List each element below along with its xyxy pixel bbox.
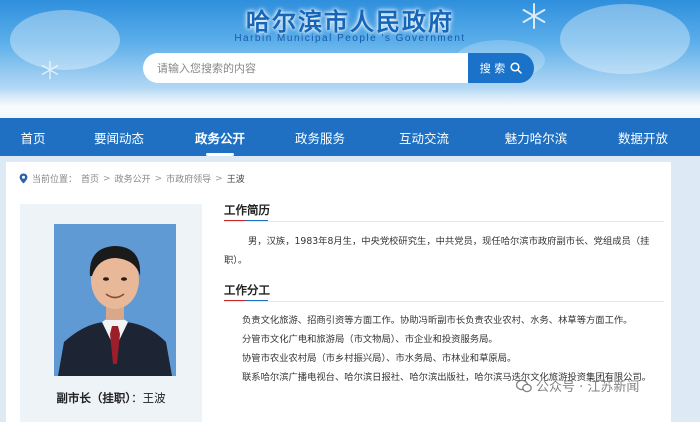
breadcrumb-home[interactable]: 首页 <box>81 172 99 185</box>
breadcrumb: 当前位置： 首页 > 政务公开 > 市政府领导 > 王波 <box>19 172 245 185</box>
snowflake-icon <box>41 60 59 80</box>
nav-item-services[interactable]: 政务服务 <box>268 128 372 147</box>
divider <box>224 221 664 222</box>
duty-line: 负责文化旅游、招商引资等方面工作。协助冯昕副市长负责农业农村、水务、林草等方面工… <box>242 315 633 326</box>
duty-line: 分管市文化广电和旅游局（市文物局）、市企业和投资服务局。 <box>242 334 498 345</box>
nav-item-charm-harbin[interactable]: 魅力哈尔滨 <box>476 128 596 147</box>
duty-line: 协管市农业农村局（市乡村振兴局）、市水务局、市林业和草原局。 <box>242 353 517 364</box>
leader-caption: 副市长（挂职）：王波 <box>20 390 202 406</box>
resume-text: 男，汉族，1983年8月生，中央党校研究生，中共党员，现任哈尔滨市政府副市长、党… <box>224 236 650 266</box>
profile-card: 副市长（挂职）：王波 <box>20 204 202 422</box>
resume-heading: 工作简历 <box>224 202 270 222</box>
nav-item-news[interactable]: 要闻动态 <box>66 128 172 147</box>
search-input[interactable] <box>143 53 468 83</box>
nav-item-interaction[interactable]: 互动交流 <box>372 128 476 147</box>
caption-colon: ： <box>131 391 143 405</box>
location-pin-icon <box>19 173 28 184</box>
duties-heading: 工作分工 <box>224 282 270 302</box>
portrait-image <box>54 224 176 376</box>
watermark-text: 公众号 · 江苏新闻 <box>536 380 640 395</box>
nav-item-open-data[interactable]: 数据开放 <box>596 128 690 147</box>
snow-band <box>0 88 700 118</box>
wechat-icon <box>516 379 532 392</box>
breadcrumb-gov-affairs[interactable]: 政务公开 <box>115 172 151 185</box>
watermark: 公众号 · 江苏新闻 <box>516 376 639 395</box>
leader-title: 副市长（挂职） <box>56 391 132 405</box>
search-button[interactable]: 搜 索 <box>468 53 534 83</box>
resume-heading-text: 工作简历 <box>224 203 270 217</box>
site-header: 哈尔滨市人民政府 Harbin Municipal People ′s Gove… <box>0 0 700 118</box>
site-subtitle: Harbin Municipal People ′s Government <box>234 33 466 44</box>
nav-item-home[interactable]: 首页 <box>0 128 66 147</box>
breadcrumb-label: 当前位置： <box>32 175 78 185</box>
nav-item-gov-affairs[interactable]: 政务公开 <box>172 128 268 156</box>
breadcrumb-leaders[interactable]: 市政府领导 <box>166 172 211 185</box>
site-title: 哈尔滨市人民政府 <box>246 7 454 36</box>
search-button-label: 搜 索 <box>479 62 506 75</box>
leader-name: 王波 <box>142 391 166 405</box>
breadcrumb-current: 王波 <box>226 175 245 185</box>
main-nav: 首页 要闻动态 政务公开 政务服务 互动交流 魅力哈尔滨 数据开放 <box>0 118 700 156</box>
duties-heading-text: 工作分工 <box>224 283 270 297</box>
divider <box>224 301 664 302</box>
search-bar: 搜 索 <box>143 53 534 83</box>
portrait-photo <box>54 224 176 376</box>
search-icon <box>510 62 522 74</box>
